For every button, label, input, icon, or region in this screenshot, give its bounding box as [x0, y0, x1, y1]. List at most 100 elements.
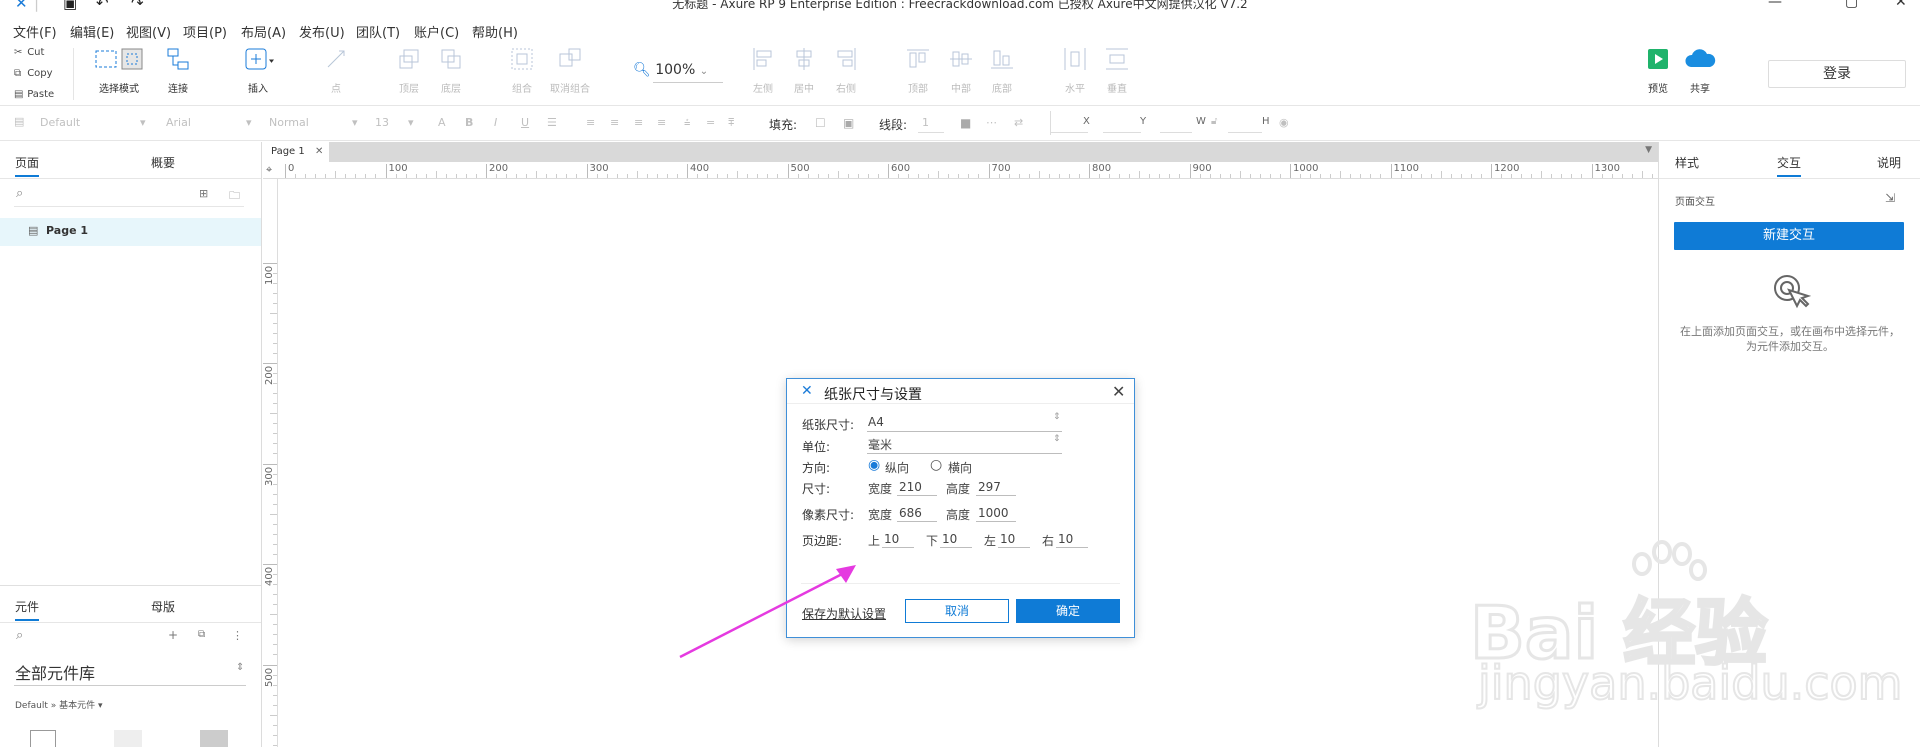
tab-outline[interactable]: 概要 [151, 154, 175, 175]
tab-interactions[interactable]: 交互 [1777, 154, 1802, 177]
margin-right-input[interactable]: 10 [1058, 532, 1073, 546]
stroke-color-icon[interactable]: ■ [960, 116, 971, 130]
margin-bottom-input[interactable]: 10 [942, 532, 957, 546]
font-select[interactable]: Arial [166, 116, 191, 129]
menu-project[interactable]: 项目(P) [183, 22, 227, 41]
tab-dropdown-icon[interactable]: ▼ [1645, 145, 1652, 155]
y-underline[interactable] [1103, 132, 1141, 133]
page-list-item[interactable]: ▤ Page 1 [0, 218, 261, 246]
align-right-button[interactable]: 右侧 [822, 44, 870, 95]
insert-button[interactable]: 插入 [234, 44, 282, 95]
page-tab[interactable]: Page 1 ✕ [263, 142, 329, 162]
lock-icon[interactable]: 🔓︎ [1211, 116, 1217, 127]
bold-icon[interactable]: B [465, 116, 473, 129]
menu-edit[interactable]: 编辑(E) [70, 22, 114, 41]
w-underline[interactable] [1160, 132, 1192, 133]
font-weight-select[interactable]: Normal [269, 116, 309, 129]
height-input[interactable]: 297 [978, 480, 1001, 494]
zoom-selector[interactable]: 🔍︎ 100% ⌄ [633, 62, 723, 83]
align-bottom-button[interactable]: 底部 [978, 44, 1026, 95]
align-center-button[interactable]: 居中 [780, 44, 828, 95]
add-folder-icon[interactable]: 🗀︎ [229, 187, 240, 206]
tab-masters[interactable]: 母版 [151, 598, 175, 619]
align-text-center-icon[interactable]: ≡ [610, 116, 619, 129]
menu-account[interactable]: 账户(C) [414, 22, 459, 41]
font-color-icon[interactable]: A [438, 116, 446, 129]
connect-button[interactable]: 连接 [154, 44, 202, 95]
justify-text-icon[interactable]: ≡ [657, 116, 666, 129]
add-library-icon[interactable]: + [168, 628, 178, 642]
valign-bottom-icon[interactable]: ⩱ [728, 116, 734, 130]
bullet-list-icon[interactable]: ☰ [547, 116, 557, 129]
library-select[interactable]: 全部元件库 [15, 660, 95, 684]
tab-style[interactable]: 样式 [1675, 154, 1699, 175]
minimize-icon[interactable]: — [1768, 0, 1782, 10]
valign-middle-icon[interactable]: = [706, 116, 715, 129]
distribute-horizontal-button[interactable]: 水平 [1051, 44, 1099, 95]
ungroup-button[interactable]: 取消组合 [546, 44, 594, 95]
select-mode-button[interactable]: 选择模式 [94, 44, 144, 95]
landscape-radio[interactable]: ○ [930, 457, 942, 473]
add-page-icon[interactable]: ⊞ [199, 187, 208, 200]
font-size-select[interactable]: 13 [375, 116, 389, 129]
menu-layout[interactable]: 布局(A) [241, 22, 286, 41]
stroke-width-input[interactable]: 1 [922, 116, 929, 129]
maximize-icon[interactable]: ▢ [1845, 0, 1858, 10]
menu-file[interactable]: 文件(F) [13, 22, 57, 41]
align-top-button[interactable]: 顶部 [894, 44, 942, 95]
underline-icon[interactable]: U [521, 116, 529, 129]
widget-box[interactable] [30, 730, 56, 747]
close-icon[interactable]: ✕ [1112, 382, 1125, 401]
tab-notes[interactable]: 说明 [1877, 154, 1901, 175]
align-text-left-icon[interactable]: ≡ [586, 116, 595, 129]
x-underline[interactable] [1050, 132, 1088, 133]
unit-select[interactable]: 毫米 [868, 436, 892, 453]
distribute-vertical-button[interactable]: 垂直 [1093, 44, 1141, 95]
style-paint-icon[interactable]: ▤ [14, 115, 24, 128]
paper-size-select[interactable]: A4 [868, 415, 884, 429]
margin-left-input[interactable]: 10 [1000, 532, 1015, 546]
login-button[interactable]: 登录 [1768, 60, 1906, 88]
cut-button[interactable]: ✂ Cut [14, 47, 44, 58]
close-tab-icon[interactable]: ✕ [315, 142, 323, 162]
portrait-radio[interactable]: ◉ [868, 457, 880, 473]
widget-placeholder[interactable] [114, 730, 142, 747]
italic-icon[interactable]: I [494, 116, 497, 129]
preview-button[interactable]: 预览 [1634, 44, 1682, 95]
bring-to-top-button[interactable]: 顶层 [385, 44, 433, 95]
style-select[interactable]: Default [40, 116, 80, 129]
share-button[interactable]: 共享 [1676, 44, 1724, 95]
close-window-icon[interactable]: ✕ [1895, 0, 1907, 10]
fill-color-swatch[interactable]: ☐ [815, 116, 826, 130]
margin-top-input[interactable]: 10 [884, 532, 899, 546]
fill-image-icon[interactable]: ▣ [843, 116, 854, 130]
width-input[interactable]: 210 [899, 480, 922, 494]
valign-top-icon[interactable]: ⩮ [684, 116, 690, 130]
tab-widgets[interactable]: 元件 [15, 598, 40, 621]
copy-button[interactable]: ⧉ Copy [14, 68, 53, 79]
ok-button[interactable]: 确定 [1016, 599, 1120, 623]
stroke-arrow-icon[interactable]: ⇄ [1014, 116, 1023, 129]
point-button[interactable]: 点 [312, 44, 360, 95]
align-text-right-icon[interactable]: ≡ [634, 116, 643, 129]
search-icon[interactable]: ⌕ [16, 628, 23, 643]
library-breadcrumb[interactable]: Default » 基本元件 ▾ [15, 698, 103, 711]
stroke-pattern-icon[interactable]: ⋯ [986, 116, 997, 129]
tab-pages[interactable]: 页面 [15, 154, 40, 177]
interaction-settings-icon[interactable]: ⇲ [1885, 191, 1895, 205]
new-interaction-button[interactable]: 新建交互 [1674, 222, 1904, 250]
menu-team[interactable]: 团队(T) [356, 22, 400, 41]
cancel-button[interactable]: 取消 [905, 599, 1009, 623]
menu-help[interactable]: 帮助(H) [472, 22, 518, 41]
more-options-icon[interactable]: ⋮ [232, 629, 243, 642]
paste-button[interactable]: ▤ Paste [14, 89, 54, 100]
h-underline[interactable] [1228, 132, 1262, 133]
library-menu-icon[interactable]: ⧉ [198, 629, 205, 640]
send-to-bottom-button[interactable]: 底层 [427, 44, 475, 95]
group-button[interactable]: 组合 [498, 44, 546, 95]
menu-view[interactable]: 视图(V) [126, 22, 171, 41]
visibility-icon[interactable]: ◉ [1279, 116, 1289, 129]
menu-publish[interactable]: 发布(U) [299, 22, 345, 41]
search-icon[interactable]: ⌕ [16, 186, 23, 201]
widget-button[interactable] [200, 730, 228, 747]
